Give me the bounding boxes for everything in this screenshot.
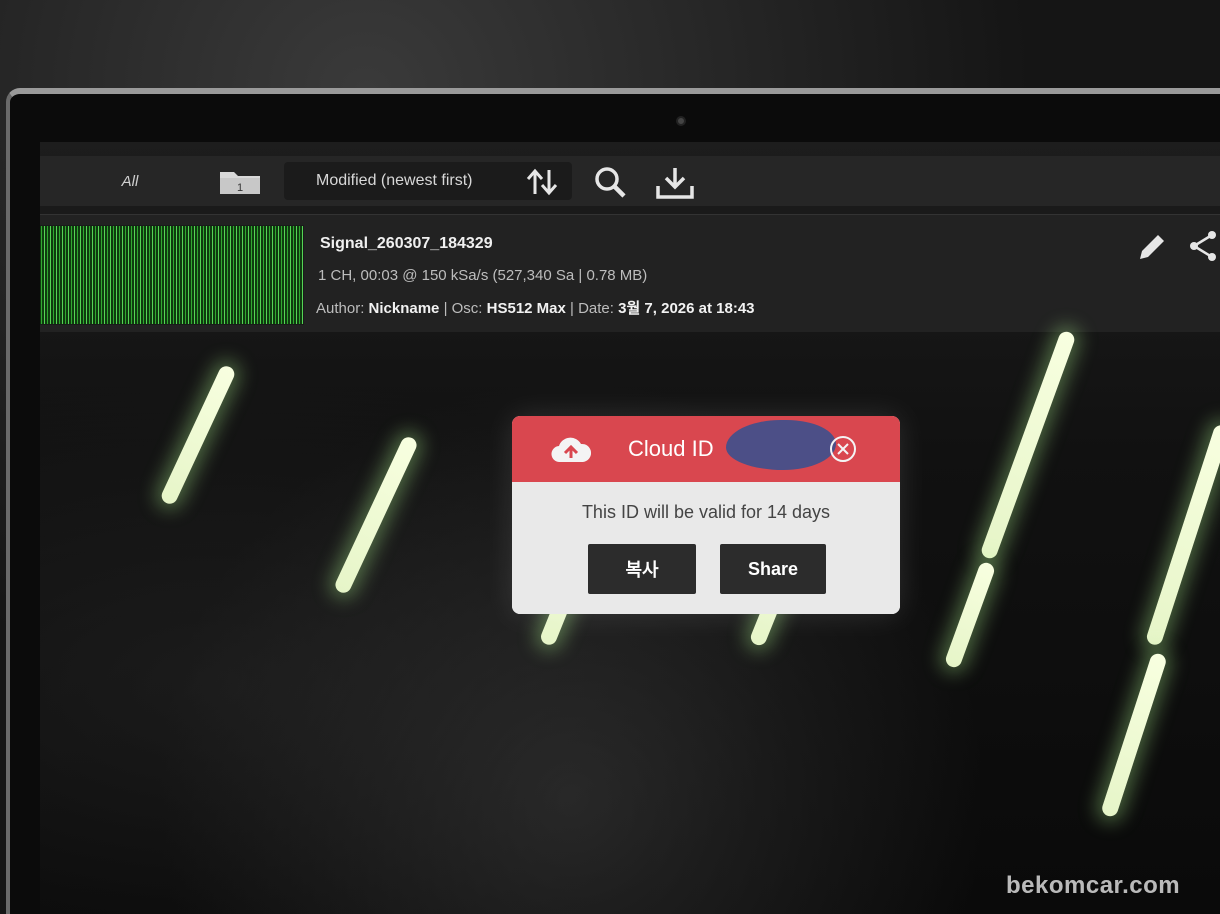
toolbar: All 1 Modified (newest first) xyxy=(40,156,1220,206)
validity-message: This ID will be valid for 14 days xyxy=(581,502,831,522)
search-icon[interactable] xyxy=(592,166,632,198)
file-name: Signal_260307_184329 xyxy=(320,235,493,252)
sort-direction-icon[interactable] xyxy=(524,168,560,196)
osc-label: | Osc: xyxy=(439,300,487,317)
watermark: bekomcar.com xyxy=(1006,872,1181,899)
osc-value: HS512 Max xyxy=(486,300,566,317)
file-info: Author: Nickname | Osc: HS512 Max | Date… xyxy=(316,297,755,318)
date-value: 3월 7, 2026 at 18:43 xyxy=(618,300,755,317)
download-icon[interactable] xyxy=(654,166,696,200)
filter-all-tab[interactable]: All xyxy=(100,156,160,206)
date-label: | Date: xyxy=(565,300,619,317)
dialog-header: Cloud ID xyxy=(512,416,900,482)
file-list-item[interactable]: Signal_260307_184329 1 CH, 00:03 @ 150 k… xyxy=(40,214,1220,332)
copy-button[interactable]: 복사 xyxy=(588,544,696,594)
edit-pencil-icon[interactable] xyxy=(1134,231,1168,265)
front-camera xyxy=(676,116,686,126)
cloud-id-dialog: Cloud ID This ID will be valid for 14 da… xyxy=(512,416,900,614)
sort-label: Modified (newest first) xyxy=(316,172,473,189)
folder-count-badge: 1 xyxy=(237,182,243,194)
folder-icon[interactable]: 1 xyxy=(218,168,262,196)
dialog-body: This ID will be valid for 14 days 복사 Sha… xyxy=(512,482,900,614)
share-icon[interactable] xyxy=(1186,229,1220,263)
redaction-scribble xyxy=(726,420,836,470)
file-meta: 1 CH, 00:03 @ 150 kSa/s (527,340 Sa | 0.… xyxy=(318,267,648,284)
dialog-title: Cloud ID xyxy=(628,436,714,461)
share-button[interactable]: Share xyxy=(720,544,826,594)
author-label: Author: xyxy=(316,300,369,317)
close-icon[interactable] xyxy=(828,434,858,464)
author-value: Nickname xyxy=(368,300,440,317)
signal-thumbnail xyxy=(40,225,304,325)
cloud-upload-icon xyxy=(550,436,592,466)
